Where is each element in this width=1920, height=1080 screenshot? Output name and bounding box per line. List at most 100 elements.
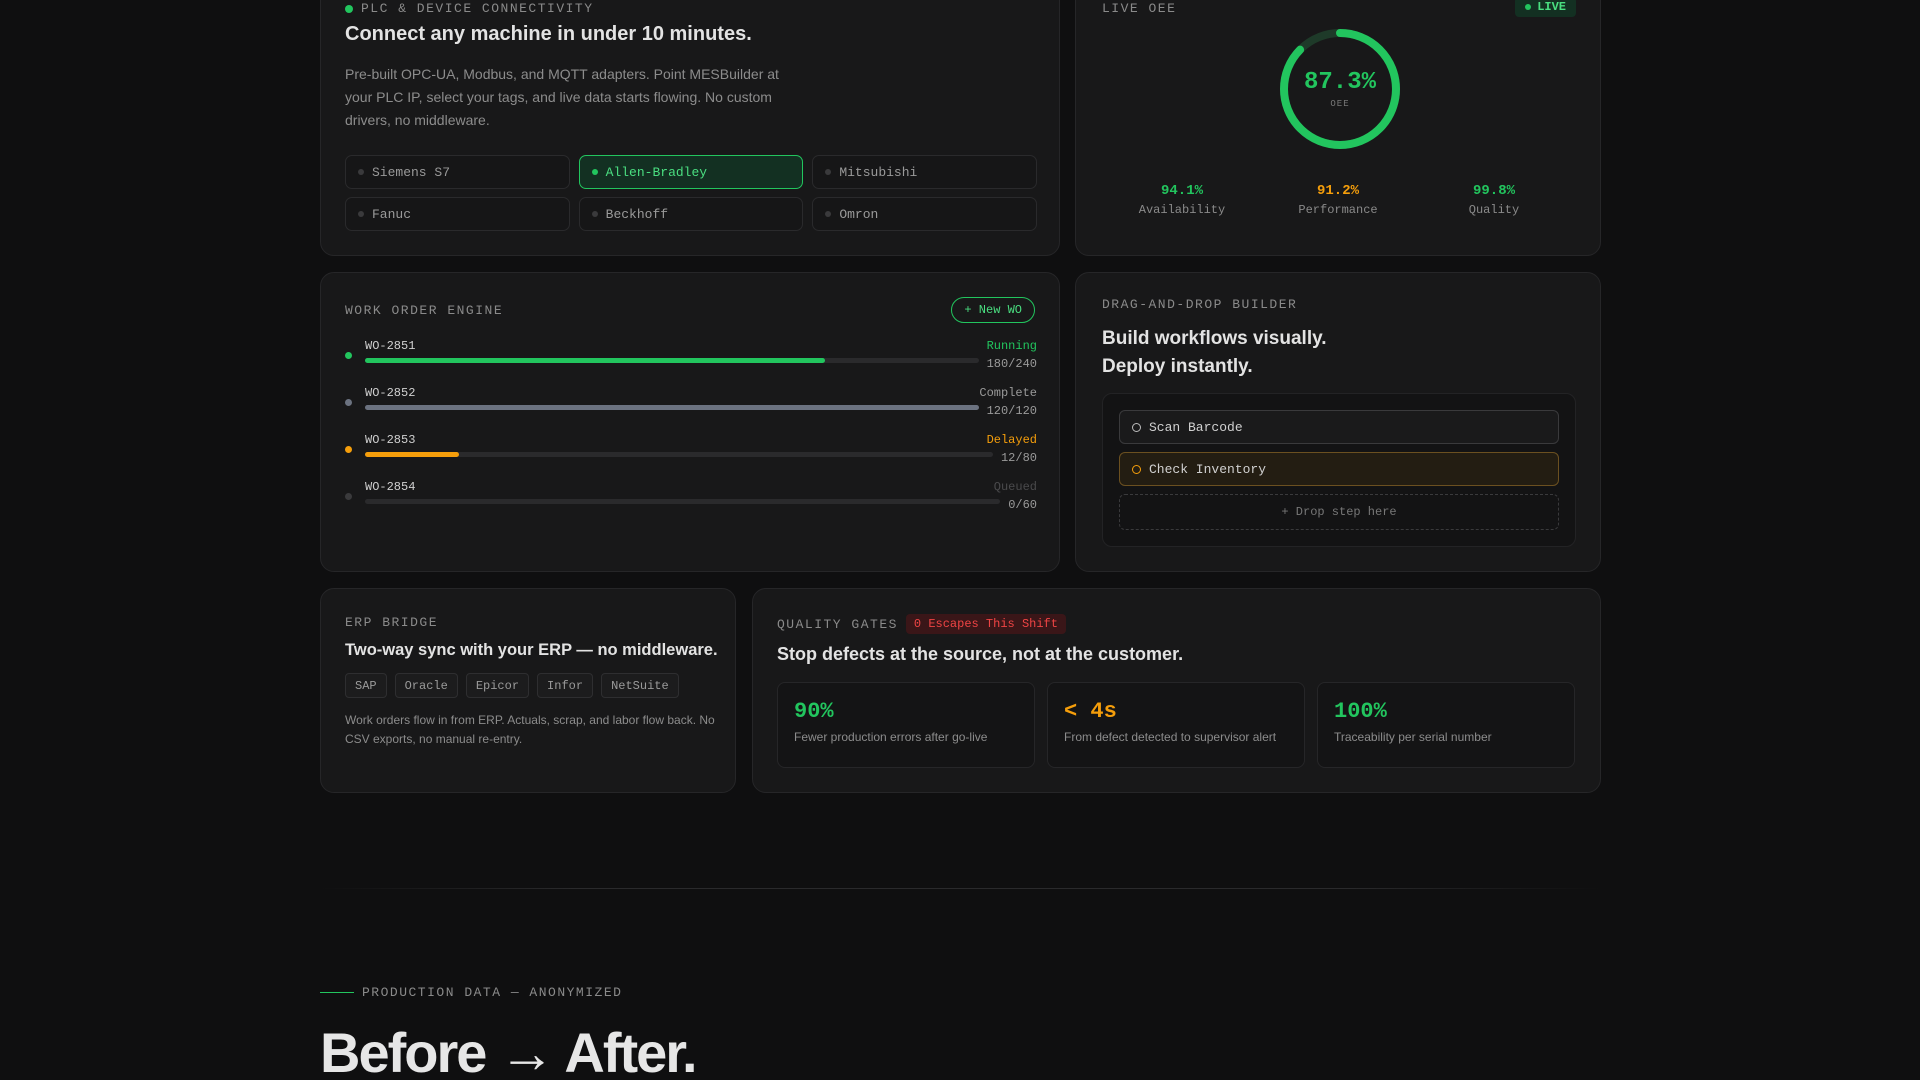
step-label: Check Inventory [1149, 461, 1267, 477]
dnd-title-line2: Deploy instantly. [1102, 356, 1253, 377]
oee-eyebrow: LIVE OEE [1102, 1, 1177, 16]
metric-label: Availability [1138, 203, 1226, 217]
plc-description: Pre-built OPC-UA, Modbus, and MQTT adapt… [345, 66, 779, 128]
stat-label: From defect detected to supervisor alert [1064, 730, 1277, 744]
live-dot-icon [1525, 4, 1532, 10]
chip-dot-icon [825, 211, 832, 217]
workflow-step-check-inventory[interactable]: Check Inventory [1119, 452, 1559, 486]
section-divider [320, 888, 1600, 889]
device-chip-beckhoff[interactable]: Beckhoff [578, 197, 804, 231]
erp-tag-netsuite: NetSuite [601, 673, 679, 698]
workflow-canvas: Scan Barcode Check Inventory + Drop step… [1102, 393, 1576, 547]
live-oee-card: LIVE OEE LIVE 87.3% OEE 94.1% Availabilit… [1075, 0, 1601, 256]
plc-title: Connect any machine in under 10 minutes. [345, 23, 752, 45]
qg-eyebrow: QUALITY GATES [777, 616, 898, 632]
stat-value: 90% [794, 699, 834, 724]
metric-label: Performance [1298, 203, 1378, 217]
live-badge: LIVE [1515, 0, 1576, 17]
work-order-row[interactable]: WO-2854 Queued 0/60 [345, 480, 1037, 522]
progress-track [365, 405, 979, 410]
quality-gates-card: QUALITY GATES 0 Escapes This Shift Stop … [752, 588, 1601, 793]
oee-metric-availability: 94.1% Availability [1112, 183, 1252, 217]
erp-tag-infor: Infor [537, 673, 594, 698]
work-order-id: WO-2851 [365, 339, 416, 353]
status-dot-icon [345, 352, 352, 359]
section-eyebrow: PRODUCTION DATA — ANONYMIZED [362, 985, 623, 1000]
device-chip-label: Omron [839, 206, 879, 222]
metric-value: 99.8% [1472, 183, 1515, 199]
device-chip-label: Siemens S7 [372, 164, 451, 180]
oee-gauge: 87.3% OEE [1278, 27, 1402, 151]
status-dot-icon [345, 399, 352, 406]
step-ring-icon [1132, 464, 1141, 474]
progress-fill [365, 452, 460, 457]
device-chip-omron[interactable]: Omron [812, 197, 1037, 231]
erp-eyebrow: ERP BRIDGE [345, 615, 439, 630]
live-badge-label: LIVE [1537, 0, 1566, 14]
oee-metrics: 94.1% Availability 91.2% Performance 99.8% Qu… [1076, 183, 1600, 217]
work-order-status: Delayed [986, 433, 1037, 447]
oee-metric-quality: 99.8% Quality [1424, 183, 1564, 217]
work-order-row[interactable]: WO-2853 Delayed 12/80 [345, 433, 1037, 475]
step-ring-icon [1132, 422, 1141, 432]
erp-tag-oracle: Oracle [394, 673, 458, 698]
plc-connectivity-card: PLC & DEVICE CONNECTIVITY Connect any ma… [320, 0, 1060, 256]
progress-track [365, 499, 1001, 504]
section-eyebrow-row: PRODUCTION DATA — ANONYMIZED [320, 985, 622, 1000]
work-order-status: Running [986, 339, 1037, 353]
erp-bridge-card: ERP BRIDGE Two-way sync with your ERP — … [320, 588, 736, 793]
stat-value: < 4s [1064, 699, 1117, 724]
quality-stat: 100% Traceability per serial number [1317, 682, 1575, 768]
chip-dot-icon [825, 169, 832, 175]
erp-tag-epicor: Epicor [465, 673, 530, 698]
escapes-badge: 0 Escapes This Shift [905, 614, 1066, 634]
work-order-id: WO-2853 [365, 433, 416, 447]
qg-stats: 90% Fewer production errors after go-live… [777, 682, 1575, 768]
work-order-row[interactable]: WO-2851 Running 180/240 [345, 339, 1037, 381]
quality-stat: 90% Fewer production errors after go-live [777, 682, 1035, 768]
device-chip-label: Mitsubishi [839, 164, 918, 180]
device-chip-fanuc[interactable]: Fanuc [345, 197, 570, 231]
quality-stat: < 4s From defect detected to supervisor a… [1047, 682, 1305, 768]
qg-title: Stop defects at the source, not at the c… [777, 644, 1184, 664]
metric-value: 94.1% [1160, 183, 1203, 199]
erp-tags: SAP Oracle Epicor Infor NetSuite [345, 673, 679, 698]
qg-eyebrow-row: QUALITY GATES 0 Escapes This Shift [777, 614, 1066, 634]
step-label: Scan Barcode [1149, 419, 1243, 435]
device-chip-mitsubishi[interactable]: Mitsubishi [812, 155, 1037, 189]
device-chip-allen-bradley[interactable]: Allen-Bradley [578, 155, 804, 189]
device-chip-label: Allen-Bradley [605, 164, 708, 180]
work-order-count: 120/120 [986, 404, 1037, 418]
dnd-title-line1: Build workflows visually. [1102, 328, 1327, 349]
progress-track [365, 452, 993, 457]
progress-track [365, 358, 979, 363]
stat-label: Fewer production errors after go-live [794, 730, 988, 744]
status-dot-icon [345, 4, 353, 13]
device-chip-siemens-s7[interactable]: Siemens S7 [345, 155, 570, 189]
work-order-count: 12/80 [1000, 451, 1037, 465]
erp-tag-sap: SAP [345, 673, 387, 698]
wo-eyebrow: WORK ORDER ENGINE [345, 303, 504, 318]
dnd-title: Build workflows visually. Deploy instant… [1102, 325, 1402, 381]
work-order-card: WORK ORDER ENGINE + New WO WO-2851 Runnin… [320, 272, 1060, 572]
dnd-builder-card: DRAG-AND-DROP BUILDER Build workflows vi… [1075, 272, 1601, 572]
status-dot-icon [345, 493, 352, 500]
stat-value: 100% [1334, 699, 1387, 724]
stat-label: Traceability per serial number [1334, 730, 1492, 744]
work-order-row[interactable]: WO-2852 Complete 120/120 [345, 386, 1037, 428]
metric-value: 91.2% [1316, 183, 1359, 199]
device-chip-grid: Siemens S7 Allen-Bradley Mitsubishi Fanuc Be… [345, 155, 1037, 231]
plc-eyebrow-row: PLC & DEVICE CONNECTIVITY [345, 1, 594, 16]
oee-value: 87.3% [1303, 69, 1376, 96]
plc-eyebrow: PLC & DEVICE CONNECTIVITY [361, 1, 594, 16]
new-wo-button[interactable]: + New WO [951, 297, 1035, 323]
section-title: Before → After. [320, 1021, 698, 1080]
work-order-status: Complete [979, 386, 1037, 400]
workflow-step-scan-barcode[interactable]: Scan Barcode [1119, 410, 1559, 444]
dnd-eyebrow: DRAG-AND-DROP BUILDER [1102, 297, 1298, 312]
drop-zone[interactable]: + Drop step here [1119, 494, 1559, 530]
progress-fill [365, 358, 826, 363]
metric-label: Quality [1468, 203, 1520, 217]
work-order-id: WO-2852 [365, 386, 416, 400]
chip-dot-icon [358, 211, 364, 217]
